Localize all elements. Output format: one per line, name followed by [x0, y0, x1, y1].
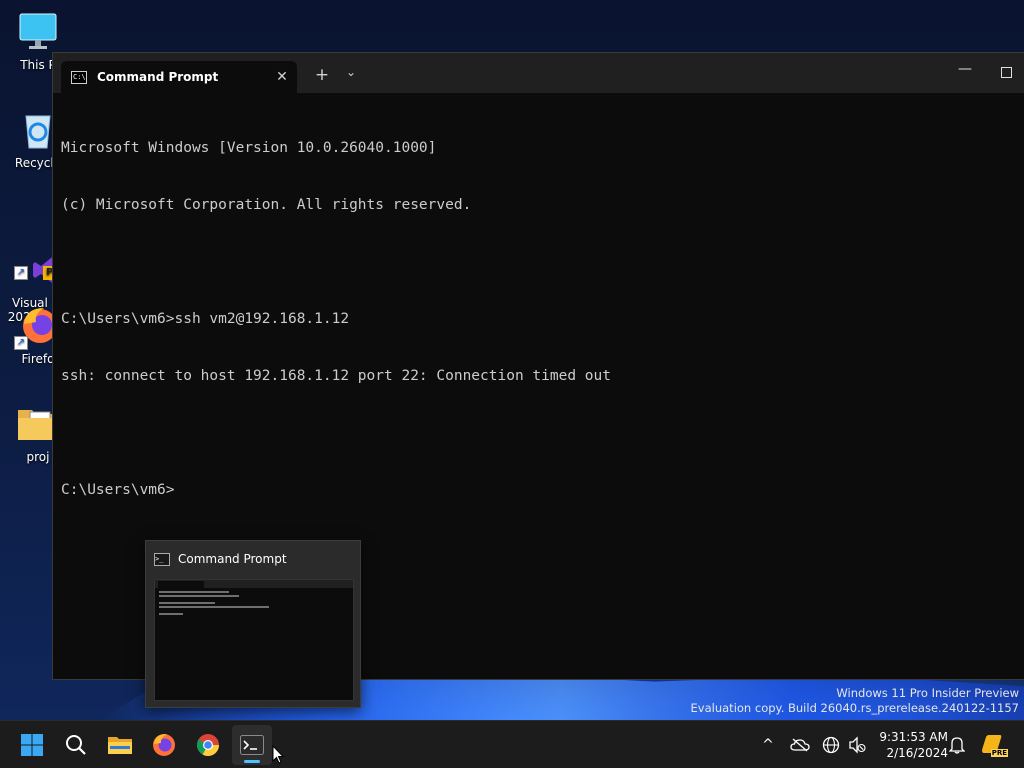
tab-title: Command Prompt	[97, 70, 219, 84]
cloud-offline-icon	[790, 738, 810, 752]
chrome-icon	[197, 734, 219, 756]
firefox-icon	[153, 734, 175, 756]
clock[interactable]: 9:31:53 AM 2/16/2024	[868, 729, 948, 761]
monitor-icon	[16, 10, 60, 54]
start-button[interactable]	[12, 725, 52, 765]
taskbar: ^ 9:31:53 AM 2/16/2024 PRE	[0, 720, 1024, 768]
close-tab-button[interactable]: ✕	[267, 69, 297, 85]
show-hidden-icons-button[interactable]: ^	[756, 721, 780, 768]
start-icon	[21, 734, 43, 756]
watermark-line: Windows 11 Pro Insider Preview	[836, 686, 1019, 700]
network-tray-button[interactable]	[820, 721, 842, 768]
desktop-icon-label: Firefo	[21, 352, 55, 366]
console-line: ssh: connect to host 192.168.1.12 port 2…	[61, 368, 611, 384]
preview-thumbnail[interactable]	[154, 579, 354, 701]
chevron-up-icon: ^	[762, 737, 774, 753]
notifications-button[interactable]	[946, 721, 968, 768]
desktop-icon-label: This P	[20, 58, 56, 72]
pre-badge: PRE	[990, 749, 1008, 757]
taskbar-thumbnail-preview[interactable]: >_ Command Prompt	[145, 540, 361, 708]
new-tab-button[interactable]: +	[311, 65, 333, 85]
desktop-icon-label: proj	[26, 450, 50, 464]
globe-icon	[822, 736, 840, 754]
terminal-icon: >_	[154, 552, 170, 566]
terminal-taskbar-button[interactable]	[232, 725, 272, 765]
window-titlebar[interactable]: C:\ Command Prompt ✕ + ⌄ —	[53, 53, 1024, 93]
console-prompt[interactable]: C:\Users\vm6>	[61, 481, 1021, 500]
file-explorer-icon	[108, 737, 132, 754]
watermark-line: Evaluation copy. Build 26040.rs_prerelea…	[690, 701, 1019, 715]
volume-tray-button[interactable]	[846, 721, 868, 768]
clock-date: 2/16/2024	[886, 746, 948, 760]
search-button[interactable]	[56, 725, 96, 765]
chrome-taskbar-button[interactable]	[188, 725, 228, 765]
console-line: Microsoft Windows [Version 10.0.26040.10…	[61, 140, 437, 156]
shortcut-arrow-icon: ↗	[14, 336, 28, 350]
shortcut-arrow-icon: ↗	[14, 266, 28, 280]
file-explorer-button[interactable]	[100, 725, 140, 765]
search-icon	[66, 735, 86, 755]
firefox-taskbar-button[interactable]	[144, 725, 184, 765]
preview-title: Command Prompt	[178, 552, 287, 566]
maximize-button[interactable]	[1001, 67, 1012, 78]
console-line: C:\Users\vm6>ssh vm2@192.168.1.12	[61, 311, 350, 327]
cmd-icon: C:\	[71, 70, 87, 84]
evaluation-watermark: Windows 11 Pro Insider Preview Evaluatio…	[691, 686, 1019, 716]
terminal-icon	[240, 735, 264, 755]
chevron-down-icon[interactable]: ⌄	[343, 65, 359, 79]
onedrive-tray-button[interactable]	[788, 721, 812, 768]
mouse-cursor-icon	[272, 745, 284, 764]
bell-icon	[949, 737, 965, 754]
speaker-muted-icon	[849, 736, 866, 754]
copilot-button[interactable]: PRE	[978, 721, 1008, 768]
tab-command-prompt[interactable]: C:\ Command Prompt ✕	[61, 61, 297, 93]
minimize-button[interactable]: —	[953, 61, 977, 77]
copilot-icon: PRE	[980, 733, 1008, 757]
console-line: (c) Microsoft Corporation. All rights re…	[61, 197, 472, 213]
active-indicator	[244, 760, 260, 763]
clock-time: 9:31:53 AM	[879, 730, 948, 744]
